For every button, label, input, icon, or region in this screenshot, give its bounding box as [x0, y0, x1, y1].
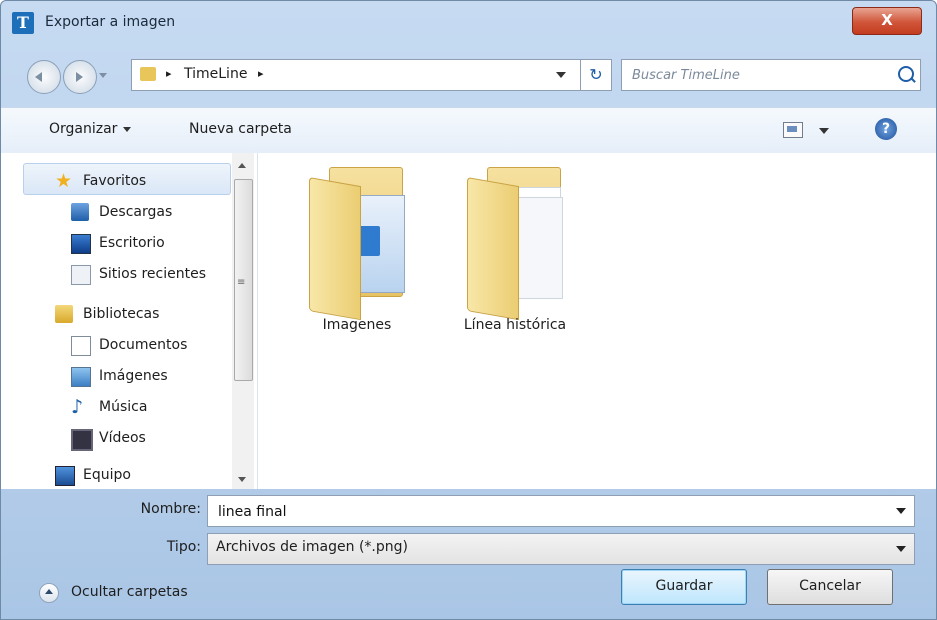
folder-icon — [140, 67, 156, 81]
change-view-icon[interactable] — [783, 122, 803, 138]
breadcrumb-timeline[interactable]: TimeLine — [184, 66, 247, 82]
recent-places-icon — [71, 265, 91, 285]
forward-button[interactable] — [63, 60, 97, 94]
new-folder-button[interactable]: Nueva carpeta — [189, 121, 292, 137]
help-icon[interactable]: ? — [875, 118, 897, 140]
pictures-icon — [71, 367, 91, 387]
video-icon — [71, 429, 93, 451]
organize-label: Organizar — [49, 121, 118, 137]
libraries-icon — [55, 305, 73, 323]
folder-with-documents-icon — [465, 167, 565, 321]
filename-label: Nombre: — [140, 501, 201, 517]
save-dialog: T Exportar a imagen X ▸ TimeLine ▸ ↻ Org… — [0, 0, 937, 620]
refresh-button[interactable]: ↻ — [581, 59, 612, 91]
address-bar[interactable]: ▸ TimeLine ▸ — [131, 59, 581, 91]
search-icon[interactable] — [898, 66, 914, 82]
collapse-arrow-icon — [39, 583, 59, 603]
address-row: ▸ TimeLine ▸ ↻ — [1, 49, 936, 101]
music-icon: ♪ — [71, 396, 84, 418]
sidebar-item-label: Vídeos — [99, 430, 146, 446]
sidebar-item-label: Equipo — [83, 467, 131, 483]
search-box[interactable] — [621, 59, 921, 91]
filename-combo[interactable] — [207, 495, 915, 527]
filetype-value: Archivos de imagen (*.png) — [216, 539, 408, 555]
sidebar-item-label: Música — [99, 399, 148, 415]
scroll-up-arrow-icon[interactable] — [238, 163, 246, 168]
sidebar-item-label: Favoritos — [83, 173, 147, 189]
toolbar: Organizar Nueva carpeta ? — [1, 107, 936, 155]
desktop-icon — [71, 234, 91, 254]
sidebar-item-label: Descargas — [99, 204, 173, 220]
window-title: Exportar a imagen — [45, 14, 176, 30]
sidebar-item-label: Documentos — [99, 337, 188, 353]
back-button[interactable] — [27, 60, 61, 94]
chevron-down-icon — [123, 126, 132, 132]
star-icon: ★ — [55, 170, 73, 192]
sidebar-item-label: Imágenes — [99, 368, 168, 384]
title-bar: T Exportar a imagen X — [1, 1, 936, 49]
scrollbar-grip: ≡ — [237, 277, 246, 288]
folder-item[interactable]: Línea histórica — [450, 157, 580, 337]
filename-input[interactable] — [216, 501, 880, 523]
computer-icon — [55, 466, 75, 486]
downloads-icon — [71, 203, 89, 221]
save-button[interactable]: Guardar — [621, 569, 747, 605]
organize-menu-button[interactable]: Organizar — [49, 121, 132, 137]
breadcrumb-chevron-icon[interactable]: ▸ — [166, 67, 172, 80]
breadcrumb-chevron-icon[interactable]: ▸ — [258, 67, 264, 80]
file-list: Imagenes Línea histórica — [258, 153, 936, 489]
hide-folders-label: Ocultar carpetas — [71, 584, 188, 600]
recent-locations-dropdown[interactable] — [99, 73, 107, 78]
cancel-button[interactable]: Cancelar — [767, 569, 893, 605]
address-history-dropdown[interactable] — [556, 72, 566, 78]
scroll-down-arrow-icon[interactable] — [238, 477, 246, 482]
close-button[interactable]: X — [852, 7, 922, 35]
sidebar-item-label: Bibliotecas — [83, 306, 160, 322]
folder-with-image-icon — [307, 167, 407, 321]
search-input[interactable] — [630, 64, 884, 86]
sidebar-item-label: Escritorio — [99, 235, 165, 251]
document-icon — [71, 336, 91, 356]
sidebar-item-label: Sitios recientes — [99, 266, 206, 282]
folder-name: Línea histórica — [463, 317, 567, 333]
view-options-dropdown[interactable] — [819, 128, 829, 134]
nav-scrollbar[interactable]: ≡ — [232, 153, 254, 489]
folder-name: Imagenes — [322, 317, 392, 333]
navigation-pane: ★ Favoritos Descargas Escritorio Sitios … — [1, 153, 258, 489]
folder-item[interactable]: Imagenes — [292, 157, 422, 337]
timeline-app-icon: T — [12, 12, 34, 34]
chevron-down-icon[interactable] — [896, 546, 906, 552]
chevron-down-icon[interactable] — [896, 508, 906, 514]
save-form: Nombre: Tipo: Archivos de imagen (*.png)… — [1, 489, 936, 619]
filetype-select[interactable]: Archivos de imagen (*.png) — [207, 533, 915, 565]
filetype-label: Tipo: — [166, 539, 201, 555]
